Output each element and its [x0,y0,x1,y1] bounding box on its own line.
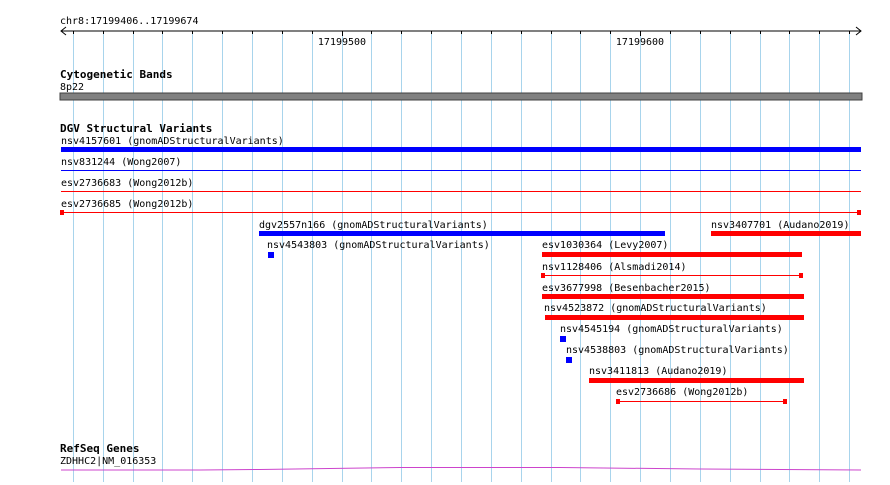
variant-label: nsv4538803 (gnomADStructuralVariants) [566,345,789,356]
variant-end-cap [541,273,545,278]
cytoband-label: 8p22 [60,82,84,93]
variant-label: nsv3407701 (Audano2019) [711,220,849,231]
variant-feature[interactable]: nsv3411813 (Audano2019) [589,366,804,383]
variant-end-cap [783,399,787,404]
ruler-region-label: chr8:17199406..17199674 [60,16,198,27]
variant-feature[interactable]: nsv3407701 (Audano2019) [711,220,861,236]
variant-end-cap [616,399,620,404]
variant-dot[interactable] [566,357,572,363]
variant-feature[interactable]: nsv4523872 (gnomADStructuralVariants) [544,303,804,320]
browser-canvas: chr8:17199406..17199674 17199500 1719960… [59,16,863,482]
variant-label: nsv4157601 (gnomADStructuralVariants) [61,136,284,147]
ruler-tick-label: 17199500 [318,37,366,48]
ruler-tick-label: 17199600 [616,37,664,48]
variant-end-cap [799,273,803,278]
variant-end-cap [60,210,64,215]
variant-feature[interactable]: esv2736686 (Wong2012b) [616,387,787,404]
refseq-track-title: RefSeq Genes [60,442,139,455]
variant-feature[interactable]: nsv4538803 (gnomADStructuralVariants) [566,345,789,363]
variant-label: nsv4523872 (gnomADStructuralVariants) [544,303,767,314]
variant-feature[interactable]: esv1030364 (Levy2007) [542,240,802,257]
variant-label: esv3677998 (Besenbacher2015) [542,283,711,294]
cytogenetic-track-title: Cytogenetic Bands [60,68,173,81]
variant-feature[interactable]: esv2736685 (Wong2012b) [60,199,861,215]
variant-label: nsv4545194 (gnomADStructuralVariants) [560,324,783,335]
grid-lines [73,34,850,482]
variant-label: dgv2557n166 (gnomADStructuralVariants) [259,220,488,231]
variant-bar[interactable] [61,147,861,152]
variant-end-cap [857,210,861,215]
variant-dot[interactable] [268,252,274,258]
variant-dot[interactable] [560,336,566,342]
variant-bar[interactable] [589,378,804,383]
cytoband-bar[interactable] [59,92,863,101]
variant-label: nsv1128406 (Alsmadi2014) [542,262,687,273]
variant-feature[interactable]: esv3677998 (Besenbacher2015) [542,283,804,299]
variant-bar[interactable] [542,252,802,257]
variant-label: esv1030364 (Levy2007) [542,240,668,251]
variant-label: esv2736685 (Wong2012b) [61,199,193,210]
gene-label: ZDHHC2|NM_016353 [60,456,156,467]
variant-bar[interactable] [259,231,665,236]
variant-label: esv2736683 (Wong2012b) [61,178,193,189]
dgv-track: DGV Structural Variants nsv4157601 (gnom… [60,122,861,404]
refseq-track: RefSeq Genes ZDHHC2|NM_016353 [60,442,862,471]
variant-bar[interactable] [711,231,861,236]
variant-feature[interactable]: nsv1128406 (Alsmadi2014) [541,262,803,278]
genome-browser-view: chr8:17199406..17199674 17199500 1719960… [0,0,890,482]
variant-label: nsv4543803 (gnomADStructuralVariants) [267,240,490,251]
variant-label: esv2736686 (Wong2012b) [616,387,748,398]
dgv-track-title: DGV Structural Variants [60,122,212,135]
variant-feature[interactable]: nsv4545194 (gnomADStructuralVariants) [560,324,783,342]
ruler-track: chr8:17199406..17199674 17199500 1719960… [60,16,862,48]
variant-label: nsv831244 (Wong2007) [61,157,181,168]
variant-bar[interactable] [542,294,804,299]
variant-bar[interactable] [545,315,804,320]
variant-label: nsv3411813 (Audano2019) [589,366,727,377]
variant-feature[interactable]: nsv4543803 (gnomADStructuralVariants) [267,240,490,258]
variant-feature[interactable]: dgv2557n166 (gnomADStructuralVariants) [259,220,665,236]
